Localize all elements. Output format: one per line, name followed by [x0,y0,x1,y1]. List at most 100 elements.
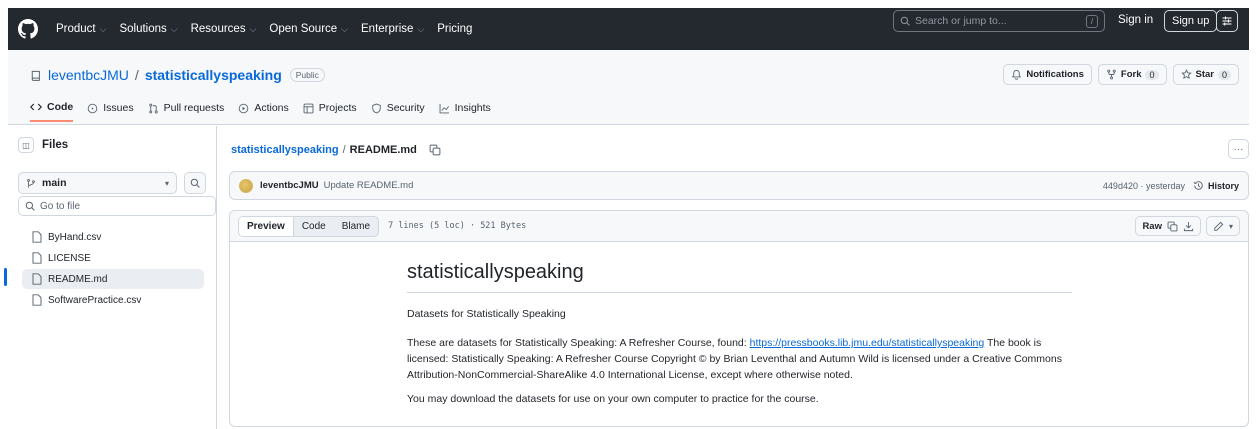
search-icon [900,16,910,26]
fork-label: Fork [1120,69,1142,80]
breadcrumb-file: README.md [349,144,417,156]
tab-projects[interactable]: Projects [303,101,357,122]
tab-label: Projects [318,102,357,114]
breadcrumb-repo-link[interactable]: statisticallyspeaking [231,144,339,156]
raw-button[interactable]: Raw [1142,221,1162,232]
bell-icon [1011,69,1022,80]
search-shortcut-key: / [1086,14,1098,28]
nav-solutions[interactable]: Solutions ⌵ [119,23,177,35]
tab-label: Actions [254,102,289,114]
tab-code[interactable]: Code [30,101,74,122]
tab-label: Insights [454,102,491,114]
repo-icon [30,69,42,82]
breadcrumb-separator: / [342,144,346,156]
file-item-readme[interactable]: README.md [22,269,204,289]
commit-hash-time[interactable]: 449d420 · yesterday [1103,181,1185,191]
star-button[interactable]: Star 0 [1172,64,1239,85]
collapse-sidebar-icon[interactable]: ◫ [18,137,34,153]
commit-message-link[interactable]: Update README.md [324,180,414,191]
play-icon [238,103,249,114]
go-to-file-input[interactable]: Go to file [18,196,216,216]
caret-down-icon: ▾ [164,178,169,188]
tab-security[interactable]: Security [371,101,425,122]
file-icon [32,294,42,306]
commit-meta: 449d420 · yesterday History [1103,180,1239,191]
history-button[interactable]: History [1193,180,1239,191]
file-name: SoftwarePractice.csv [48,294,142,306]
file-name: ByHand.csv [48,231,102,243]
sign-up-button[interactable]: Sign up [1164,10,1218,32]
file-item-license[interactable]: LICENSE [22,248,204,268]
pressbooks-link[interactable]: https://pressbooks.lib.jmu.edu/statistic… [750,337,985,349]
chevron-down-icon: ⌵ [341,23,348,34]
file-item-softwarepractice[interactable]: SoftwarePractice.csv [22,290,204,310]
nav-label: Open Source [269,23,338,35]
chevron-down-icon: ⌵ [249,23,257,34]
blame-tab[interactable]: Blame [334,217,378,236]
copy-icon[interactable] [1167,221,1178,232]
github-logo-icon[interactable] [18,19,38,39]
tab-label: Issues [103,102,134,114]
file-icon [32,273,42,285]
chevron-down-icon: ⌵ [417,23,425,34]
search-files-button[interactable] [184,172,206,194]
sign-in-link[interactable]: Sign in [1118,14,1153,26]
active-file-marker [4,268,7,286]
tab-insights[interactable]: Insights [439,101,491,122]
more-options-icon[interactable]: ··· [1228,139,1249,159]
latest-commit-bar: leventbcJMU Update README.md 449d420 · y… [229,171,1249,200]
readme-subtitle: Datasets for Statistically Speaking [407,308,566,320]
pull-request-icon [148,103,159,114]
file-viewer-toolbar: Preview Code Blame 7 lines (5 loc) · 521… [230,211,1248,242]
code-icon [30,102,42,112]
repo-actions: Notifications Fork 0 Star 0 [1003,64,1239,85]
readme-title: statisticallyspeaking [407,261,1072,293]
nav-open-source[interactable]: Open Source ⌵ [269,23,348,35]
edit-file-group[interactable]: ▾ [1205,216,1240,236]
file-meta-info: 7 lines (5 loc) · 521 Bytes [388,221,527,231]
download-icon[interactable] [1183,221,1194,232]
visibility-badge: Public [289,68,325,82]
branch-icon [26,178,36,189]
preview-tab[interactable]: Preview [239,216,294,236]
file-viewer: Preview Code Blame 7 lines (5 loc) · 521… [229,210,1249,427]
tab-actions[interactable]: Actions [238,101,289,122]
tab-label: Security [386,102,425,114]
commit-author-link[interactable]: leventbcJMU [260,180,319,191]
global-search-input[interactable]: Search or jump to... / [893,10,1105,32]
nav-label: Enterprise [361,23,414,35]
branch-selector-button[interactable]: main ▾ [18,172,177,194]
file-actions: Raw ▾ [1135,216,1240,236]
fork-button[interactable]: Fork 0 [1097,64,1167,85]
nav-pricing[interactable]: Pricing [437,23,472,35]
shield-icon [371,103,382,114]
nav-product[interactable]: Product ⌵ [56,23,106,35]
repo-name-link[interactable]: statisticallyspeaking [145,67,282,83]
go-to-file-placeholder: Go to file [40,200,81,212]
file-icon [32,252,42,264]
repo-title: leventbcJMU / statisticallyspeaking Publ… [30,67,325,83]
pencil-icon [1213,221,1224,232]
chevron-down-icon: ⌵ [170,23,178,34]
search-placeholder: Search or jump to... [915,15,1007,27]
nav-resources[interactable]: Resources ⌵ [191,23,257,35]
branch-name: main [42,177,67,189]
repo-tabs: Code Issues Pull requests Actions Projec… [30,101,491,122]
menu-icon[interactable] [1216,10,1238,32]
star-count: 0 [1217,69,1231,80]
nav-label: Resources [190,23,246,35]
avatar[interactable] [239,178,253,193]
chevron-down-icon: ⌵ [99,23,107,34]
repo-owner-link[interactable]: leventbcJMU [48,67,129,83]
notifications-button[interactable]: Notifications [1003,64,1092,85]
file-list: ByHand.csv LICENSE README.md SoftwarePra… [22,227,204,311]
readme-paragraph-2: You may download the datasets for use on… [407,393,819,405]
tab-issues[interactable]: Issues [87,101,134,122]
code-tab[interactable]: Code [294,217,334,236]
copy-path-icon[interactable] [429,144,441,156]
tab-pull-requests[interactable]: Pull requests [148,101,224,122]
notifications-label: Notifications [1026,69,1084,80]
nav-enterprise[interactable]: Enterprise ⌵ [361,23,424,35]
repo-separator: / [134,67,139,83]
file-item-byhand[interactable]: ByHand.csv [22,227,204,247]
